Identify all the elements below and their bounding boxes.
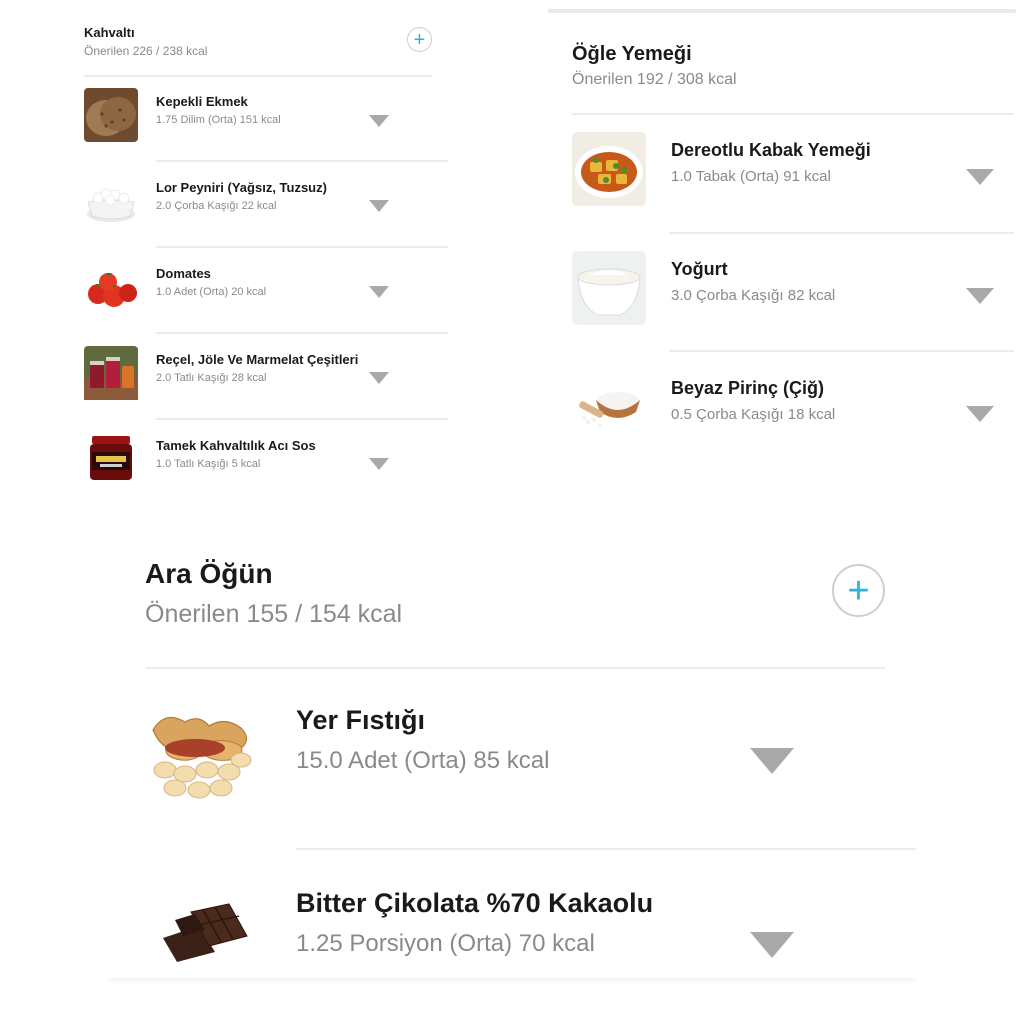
item-detail: 1.0 Tatlı Kaşığı 5 kcal: [156, 458, 261, 470]
divider: [84, 75, 432, 77]
lunch-section: Öğle Yemeği Önerilen 192 / 308 kcal Dere…: [548, 0, 1024, 480]
item-detail: 2.0 Tatlı Kaşığı 28 kcal: [156, 372, 267, 384]
list-item[interactable]: Beyaz Pirinç (Çiğ) 0.5 Çorba Kaşığı 18 k…: [572, 370, 1016, 450]
snack-subtitle: Önerilen 155 / 154 kcal: [145, 600, 403, 628]
item-name: Tamek Kahvaltılık Acı Sos: [156, 438, 316, 453]
bread-image: [84, 88, 138, 142]
item-name: Bitter Çikolata %70 Kakaolu: [296, 888, 654, 918]
item-detail: 2.0 Çorba Kaşığı 22 kcal: [156, 200, 277, 212]
item-detail: 1.25 Porsiyon (Orta) 70 kcal: [296, 930, 595, 957]
breakfast-add-button[interactable]: +: [407, 27, 432, 52]
sauce-jar-image: [90, 436, 132, 480]
snack-section: Ara Öğün Önerilen 155 / 154 kcal + Yer F…: [100, 540, 930, 1000]
divider: [156, 418, 448, 420]
caret-down-icon[interactable]: [966, 169, 994, 185]
caret-down-icon[interactable]: [369, 115, 389, 127]
list-item[interactable]: Reçel, Jöle Ve Marmelat Çeşitleri 2.0 Ta…: [84, 346, 448, 406]
card-top-edge: [548, 9, 1016, 13]
list-item[interactable]: Yer Fıstığı 15.0 Adet (Orta) 85 kcal: [145, 700, 845, 820]
list-item[interactable]: Bitter Çikolata %70 Kakaolu 1.25 Porsiyo…: [145, 884, 845, 984]
divider: [296, 848, 916, 850]
caret-down-icon[interactable]: [750, 932, 794, 958]
item-name: Yoğurt: [671, 259, 728, 279]
breakfast-section: Kahvaltı Önerilen 226 / 238 kcal + Kepek…: [0, 0, 460, 500]
item-name: Yer Fıstığı: [296, 705, 426, 735]
tomato-image: [88, 273, 137, 307]
caret-down-icon[interactable]: [966, 288, 994, 304]
plus-icon: +: [847, 569, 870, 612]
peanut-image: [152, 716, 252, 799]
cottage-cheese-image: [87, 188, 135, 222]
item-name: Beyaz Pirinç (Çiğ): [671, 378, 825, 398]
rice-image: [579, 392, 640, 428]
divider: [669, 350, 1014, 352]
lunch-title: Öğle Yemeği: [572, 43, 692, 65]
caret-down-icon[interactable]: [369, 200, 389, 212]
yogurt-image: [572, 251, 646, 325]
list-item[interactable]: Tamek Kahvaltılık Acı Sos 1.0 Tatlı Kaşı…: [84, 432, 448, 492]
caret-down-icon[interactable]: [369, 286, 389, 298]
divider: [669, 232, 1014, 234]
item-name: Lor Peyniri (Yağsız, Tuzsuz): [156, 180, 327, 195]
divider: [145, 667, 885, 669]
list-item[interactable]: Domates 1.0 Adet (Orta) 20 kcal: [84, 260, 448, 320]
divider: [156, 332, 448, 334]
breakfast-title: Kahvaltı: [84, 25, 135, 40]
zucchini-dish-image: [572, 132, 646, 206]
item-detail: 0.5 Çorba Kaşığı 18 kcal: [671, 406, 836, 423]
divider: [572, 113, 1014, 115]
list-item[interactable]: Kepekli Ekmek 1.75 Dilim (Orta) 151 kcal: [84, 88, 448, 148]
caret-down-icon[interactable]: [369, 372, 389, 384]
item-detail: 1.75 Dilim (Orta) 151 kcal: [156, 114, 281, 126]
caret-down-icon[interactable]: [750, 748, 794, 774]
caret-down-icon[interactable]: [966, 406, 994, 422]
snack-title: Ara Öğün: [145, 558, 273, 589]
card-bottom-edge: [108, 978, 916, 984]
list-item[interactable]: Yoğurt 3.0 Çorba Kaşığı 82 kcal: [572, 251, 1016, 331]
list-item[interactable]: Lor Peyniri (Yağsız, Tuzsuz) 2.0 Çorba K…: [84, 174, 448, 234]
item-name: Kepekli Ekmek: [156, 94, 248, 109]
item-name: Domates: [156, 266, 211, 281]
breakfast-subtitle: Önerilen 226 / 238 kcal: [84, 44, 208, 58]
item-name: Dereotlu Kabak Yemeği: [671, 140, 871, 160]
divider: [156, 160, 448, 162]
list-item[interactable]: Dereotlu Kabak Yemeği 1.0 Tabak (Orta) 9…: [572, 132, 1016, 212]
jam-jars-image: [84, 346, 138, 400]
item-detail: 3.0 Çorba Kaşığı 82 kcal: [671, 287, 836, 304]
item-detail: 1.0 Tabak (Orta) 91 kcal: [671, 168, 831, 185]
item-detail: 1.0 Adet (Orta) 20 kcal: [156, 286, 267, 298]
lunch-subtitle: Önerilen 192 / 308 kcal: [572, 71, 737, 88]
divider: [156, 246, 448, 248]
chocolate-image: [163, 903, 248, 962]
item-detail: 15.0 Adet (Orta) 85 kcal: [296, 747, 550, 774]
caret-down-icon[interactable]: [369, 458, 389, 470]
item-name: Reçel, Jöle Ve Marmelat Çeşitleri: [156, 352, 359, 367]
plus-icon: +: [413, 28, 426, 51]
snack-add-button[interactable]: +: [832, 564, 885, 617]
